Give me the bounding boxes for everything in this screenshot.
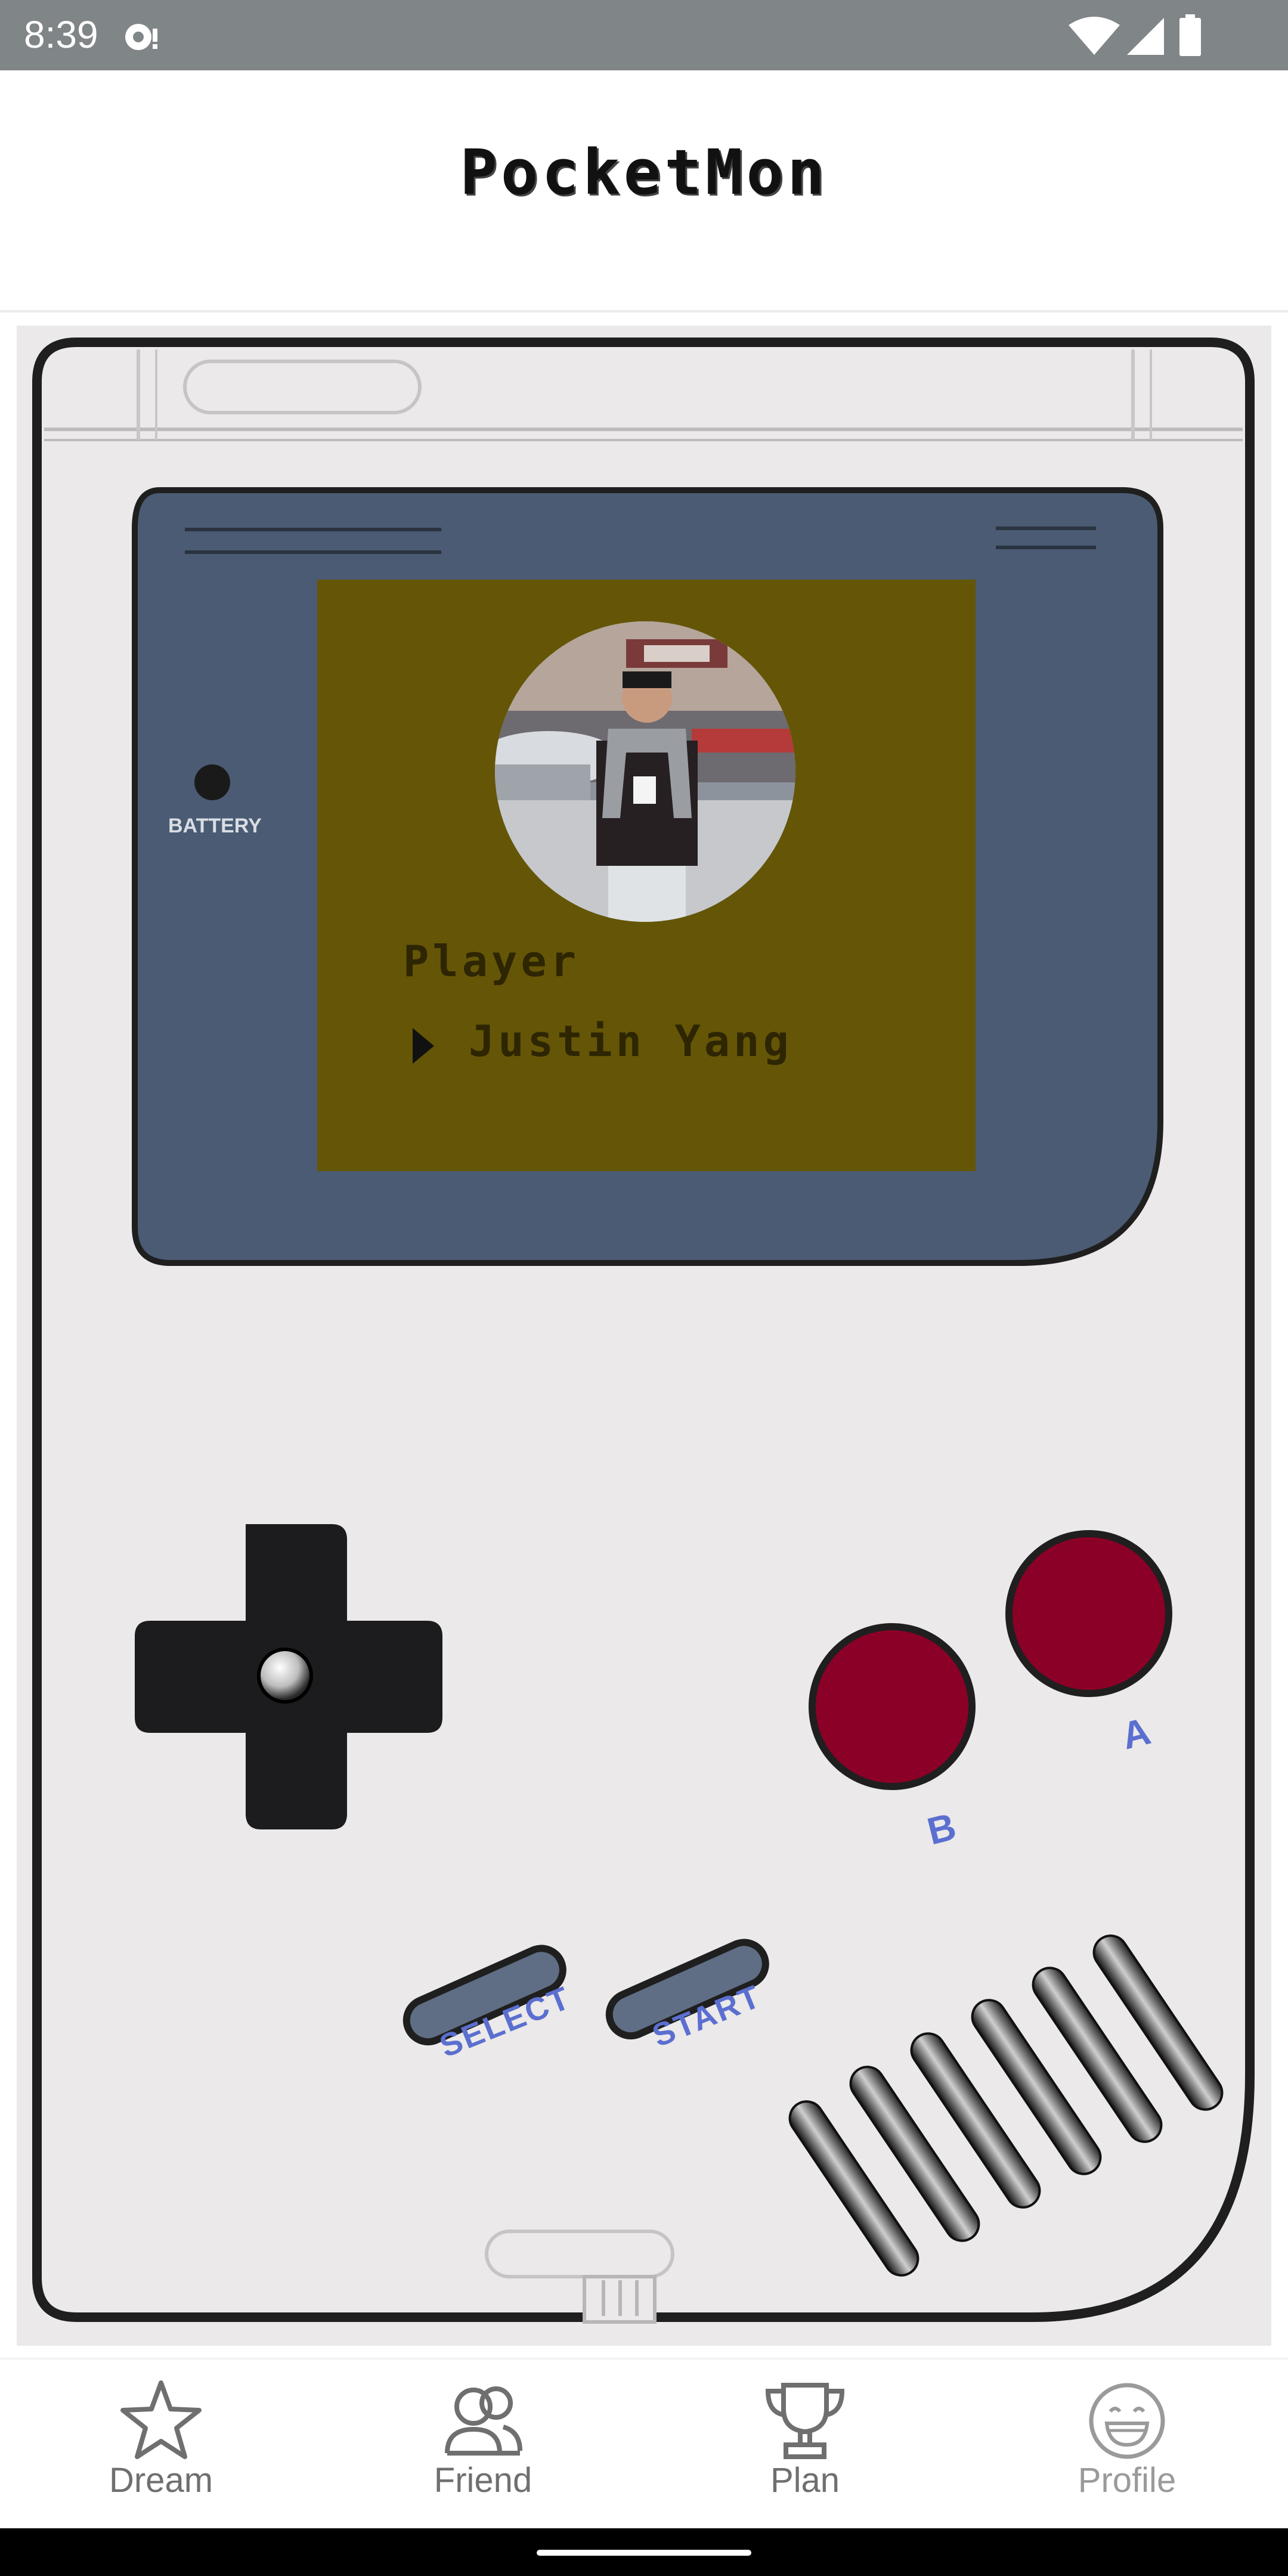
trophy-icon — [765, 2383, 845, 2459]
dpad-button[interactable] — [135, 1524, 442, 1829]
home-gesture-handle[interactable] — [537, 2550, 751, 2556]
avatar[interactable] — [495, 621, 795, 922]
select-button[interactable] — [401, 1938, 568, 2027]
nav-item-profile[interactable]: Profile — [966, 2379, 1288, 2522]
b-button[interactable] — [812, 1627, 972, 1787]
star-icon — [120, 2380, 202, 2459]
player-label: Player — [403, 936, 580, 986]
avatar-photo — [495, 621, 795, 922]
nav-label-plan: Plan — [770, 2461, 840, 2500]
app-screen: 8:39 PocketMon BATTERY A B SELECT START … — [0, 0, 1288, 2576]
nav-item-plan[interactable]: Plan — [644, 2379, 966, 2522]
nav-item-friend[interactable]: Friend — [322, 2379, 644, 2522]
start-button[interactable] — [603, 1932, 770, 2021]
player-name[interactable]: Justin Yang — [469, 1016, 792, 1066]
gameboy-illustration — [32, 338, 1255, 2324]
a-button[interactable] — [1009, 1534, 1169, 1693]
battery-label: BATTERY — [168, 815, 262, 837]
friends-icon — [445, 2386, 522, 2456]
nav-item-dream[interactable]: Dream — [0, 2379, 322, 2522]
nav-label-profile: Profile — [1078, 2461, 1176, 2500]
selection-arrow-icon — [413, 1028, 434, 1064]
nav-label-dream: Dream — [109, 2461, 213, 2500]
smiley-icon — [1089, 2383, 1165, 2459]
nav-label-friend: Friend — [434, 2461, 532, 2500]
